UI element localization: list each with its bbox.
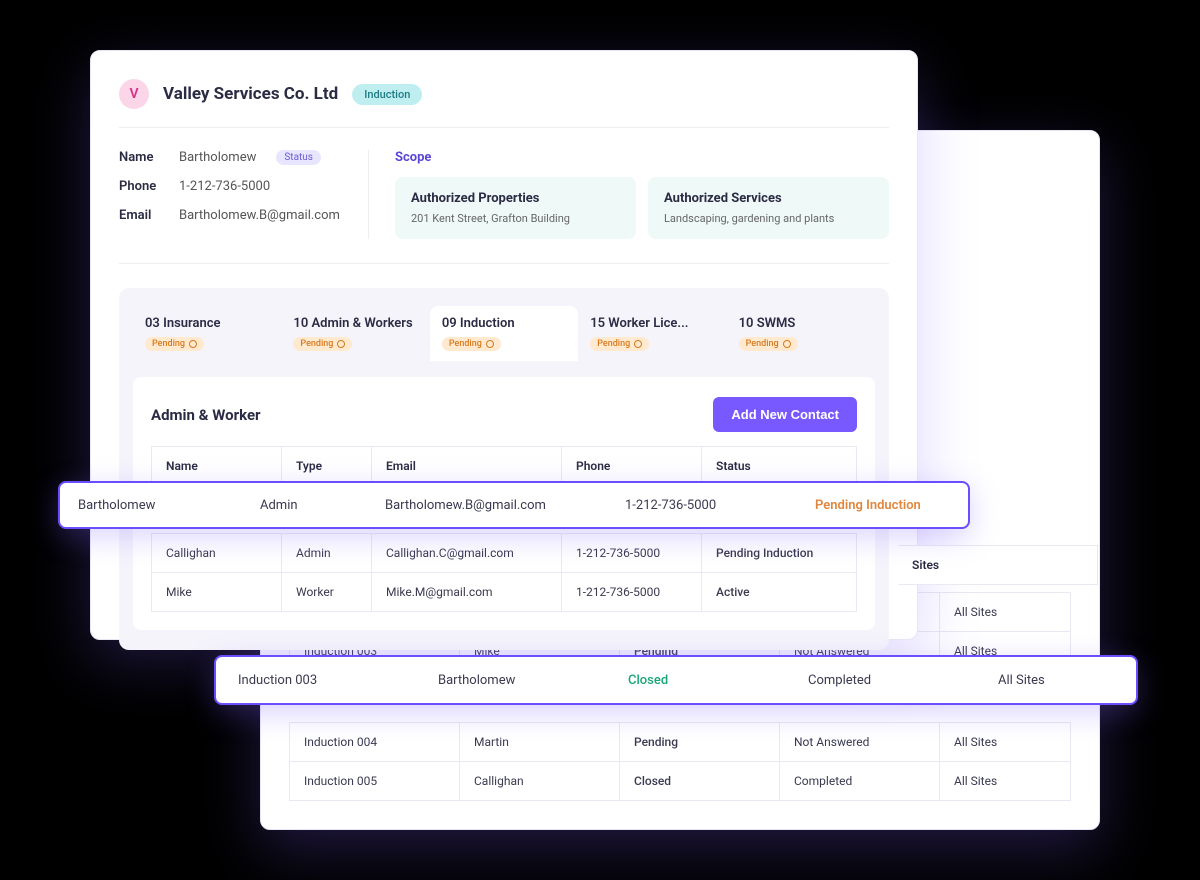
- pending-chip: Pending: [590, 337, 649, 351]
- cell-name: Martin: [460, 723, 620, 762]
- tab-label: 10 Admin & Workers: [293, 316, 417, 331]
- cell-name: Callighan: [460, 762, 620, 801]
- tab-label: 09 Induction: [442, 316, 566, 331]
- scope-box-properties: Authorized Properties 201 Kent Street, G…: [395, 177, 636, 239]
- highlighted-contact-row[interactable]: Bartholomew Admin Bartholomew.B@gmail.co…: [58, 481, 970, 529]
- cell-name: Bartholomew: [416, 673, 606, 688]
- tab-label: 15 Worker Lice...: [590, 316, 714, 331]
- cell-email: Bartholomew.B@gmail.com: [367, 498, 607, 513]
- company-avatar: V: [119, 79, 149, 109]
- cell-status: Pending Induction: [797, 498, 968, 513]
- admin-worker-table: Name Type Email Phone Status Callighan A…: [151, 446, 857, 612]
- cell-type: Admin: [242, 498, 367, 513]
- tab-induction[interactable]: 09 Induction Pending: [430, 306, 578, 361]
- cell-status: Pending Induction: [702, 534, 857, 573]
- cell-email: Callighan.C@gmail.com: [372, 534, 562, 573]
- contact-email-value: Bartholomew.B@gmail.com: [179, 208, 340, 223]
- table-row[interactable]: Mike Worker Mike.M@gmail.com 1-212-736-5…: [152, 573, 857, 612]
- contact-phone-value: 1-212-736-5000: [179, 179, 270, 194]
- cell-sites: All Sites: [940, 762, 1071, 801]
- cell-name: Bartholomew: [60, 498, 242, 513]
- panel-title: Admin & Worker: [151, 406, 261, 424]
- cell-answer: Not Answered: [780, 723, 940, 762]
- cell-status: Active: [702, 573, 857, 612]
- cell-phone: 1-212-736-5000: [607, 498, 797, 513]
- th-type: Type: [282, 447, 372, 486]
- tab-label: 03 Insurance: [145, 316, 269, 331]
- cell-phone: 1-212-736-5000: [562, 534, 702, 573]
- cell-type: Worker: [282, 573, 372, 612]
- tabs-container: 03 Insurance Pending 10 Admin & Workers …: [119, 288, 889, 650]
- scope-box-services: Authorized Services Landscaping, gardeni…: [648, 177, 889, 239]
- pending-chip: Pending: [739, 337, 798, 351]
- info-row: Name Bartholomew Status Phone 1-212-736-…: [119, 128, 889, 264]
- cell-answer: Completed: [786, 673, 976, 688]
- tab-label: 10 SWMS: [739, 316, 863, 331]
- add-new-contact-button[interactable]: Add New Contact: [713, 397, 857, 432]
- tabs-strip: 03 Insurance Pending 10 Admin & Workers …: [133, 306, 875, 361]
- tab-worker-licenses[interactable]: 15 Worker Lice... Pending: [578, 306, 726, 361]
- company-card-front: V Valley Services Co. Ltd Induction Name…: [90, 50, 918, 640]
- cell-type: Admin: [282, 534, 372, 573]
- scope-services-text: Landscaping, gardening and plants: [664, 212, 873, 225]
- pending-chip: Pending: [442, 337, 501, 351]
- info-icon: [189, 340, 197, 348]
- label-name: Name: [119, 150, 165, 165]
- induction-header-sites: Sites: [898, 545, 1098, 585]
- cell-name: Callighan: [152, 534, 282, 573]
- cell-phone: 1-212-736-5000: [562, 573, 702, 612]
- tab-swms[interactable]: 10 SWMS Pending: [727, 306, 875, 361]
- info-icon: [634, 340, 642, 348]
- info-icon: [337, 340, 345, 348]
- info-icon: [486, 340, 494, 348]
- cell-induction: Induction 004: [290, 723, 460, 762]
- cell-sites: All Sites: [940, 593, 1071, 632]
- card-header: V Valley Services Co. Ltd Induction: [119, 79, 889, 128]
- highlighted-induction-row[interactable]: Induction 003 Bartholomew Closed Complet…: [214, 655, 1138, 705]
- scope-properties-text: 201 Kent Street, Grafton Building: [411, 212, 620, 225]
- scope-column: Scope Authorized Properties 201 Kent Str…: [395, 150, 889, 239]
- cell-name: Mike: [152, 573, 282, 612]
- cell-status: Closed: [606, 673, 786, 688]
- pending-chip: Pending: [145, 337, 204, 351]
- label-phone: Phone: [119, 179, 165, 194]
- th-name: Name: [152, 447, 282, 486]
- tab-admin-workers[interactable]: 10 Admin & Workers Pending: [281, 306, 429, 361]
- info-icon: [783, 340, 791, 348]
- table-row[interactable]: Induction 004 Martin Pending Not Answere…: [290, 723, 1071, 762]
- contact-name-value: Bartholomew: [179, 150, 256, 165]
- th-email: Email: [372, 447, 562, 486]
- tab-insurance[interactable]: 03 Insurance Pending: [133, 306, 281, 361]
- contact-column: Name Bartholomew Status Phone 1-212-736-…: [119, 150, 369, 239]
- cell-email: Mike.M@gmail.com: [372, 573, 562, 612]
- cell-induction: Induction 005: [290, 762, 460, 801]
- table-row[interactable]: Callighan Admin Callighan.C@gmail.com 1-…: [152, 534, 857, 573]
- cell-sites: All Sites: [976, 673, 1136, 688]
- pending-chip: Pending: [293, 337, 352, 351]
- label-email: Email: [119, 208, 165, 223]
- cell-answer: Completed: [780, 762, 940, 801]
- th-phone: Phone: [562, 447, 702, 486]
- cell-status: Closed: [620, 762, 780, 801]
- status-pill[interactable]: Status: [276, 150, 321, 165]
- company-name: Valley Services Co. Ltd: [163, 84, 338, 104]
- scope-properties-heading: Authorized Properties: [411, 191, 620, 206]
- scope-services-heading: Authorized Services: [664, 191, 873, 206]
- scope-title: Scope: [395, 150, 889, 165]
- induction-tag: Induction: [352, 84, 422, 105]
- cell-status: Pending: [620, 723, 780, 762]
- table-row[interactable]: Induction 005 Callighan Closed Completed…: [290, 762, 1071, 801]
- th-status: Status: [702, 447, 857, 486]
- cell-sites: All Sites: [940, 723, 1071, 762]
- cell-induction: Induction 003: [216, 673, 416, 688]
